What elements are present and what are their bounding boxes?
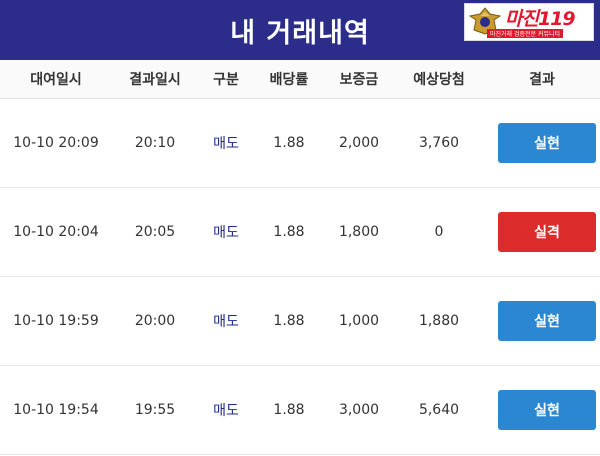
odds-value: 1.88 — [273, 402, 305, 418]
deposit-value: 2,000 — [338, 135, 380, 151]
page-header: 내 거래내역 마진119 마진거래 검증전문 커뮤니티 — [0, 0, 600, 60]
col-type: 구분 — [213, 72, 239, 88]
deposit-value: 1,800 — [338, 224, 380, 240]
odds-value: 1.88 — [273, 135, 305, 151]
deposit-value: 1,000 — [338, 313, 380, 329]
expected-value: 3,760 — [418, 135, 460, 151]
odds-value: 1.88 — [273, 313, 305, 329]
result-button[interactable]: 실격 — [498, 212, 596, 252]
result-button[interactable]: 실현 — [498, 123, 596, 163]
table-row: 10-10 20:04 20:05 매도 1.88 1,800 0 실격 — [0, 188, 600, 277]
table-body: 10-10 20:09 20:10 매도 1.88 2,000 3,760 실현… — [0, 99, 600, 455]
trade-type: 매도 — [213, 225, 239, 241]
trade-type: 매도 — [213, 136, 239, 152]
odds-value: 1.88 — [273, 224, 305, 240]
table-row: 10-10 19:59 20:00 매도 1.88 1,000 1,880 실현 — [0, 277, 600, 366]
col-deposit: 보증금 — [339, 72, 379, 88]
result-button[interactable]: 실현 — [498, 390, 596, 430]
table-row: 10-10 20:09 20:10 매도 1.88 2,000 3,760 실현 — [0, 99, 600, 188]
col-result: 결과 — [529, 72, 555, 88]
result-button[interactable]: 실현 — [498, 301, 596, 341]
col-odds: 배당률 — [269, 72, 309, 88]
result-time: 20:10 — [134, 135, 176, 151]
result-time: 19:55 — [134, 402, 176, 418]
start-time: 10-10 19:54 — [13, 402, 99, 418]
trade-type: 매도 — [213, 403, 239, 419]
deposit-value: 3,000 — [338, 402, 380, 418]
start-time: 10-10 19:59 — [13, 313, 99, 329]
result-time: 20:00 — [134, 313, 176, 329]
table-header: 대여일시 결과일시 구분 배당률 보증금 예상당첨 결과 — [0, 60, 600, 99]
logo-subtitle: 마진거래 검증전문 커뮤니티 — [487, 29, 564, 38]
expected-value: 1,880 — [418, 313, 460, 329]
logo-text: 마진119 — [505, 8, 576, 30]
col-start-time: 대여일시 — [30, 72, 82, 88]
expected-value: 5,640 — [418, 402, 460, 418]
start-time: 10-10 20:04 — [13, 224, 99, 240]
col-result-time: 결과일시 — [129, 72, 181, 88]
site-logo[interactable]: 마진119 마진거래 검증전문 커뮤니티 — [464, 3, 594, 41]
result-time: 20:05 — [134, 224, 176, 240]
start-time: 10-10 20:09 — [13, 135, 99, 151]
col-expected: 예상당첨 — [413, 72, 465, 88]
trade-type: 매도 — [213, 314, 239, 330]
expected-value: 0 — [434, 224, 444, 240]
page-title: 내 거래내역 — [230, 17, 370, 49]
table-row: 10-10 19:54 19:55 매도 1.88 3,000 5,640 실현 — [0, 366, 600, 455]
